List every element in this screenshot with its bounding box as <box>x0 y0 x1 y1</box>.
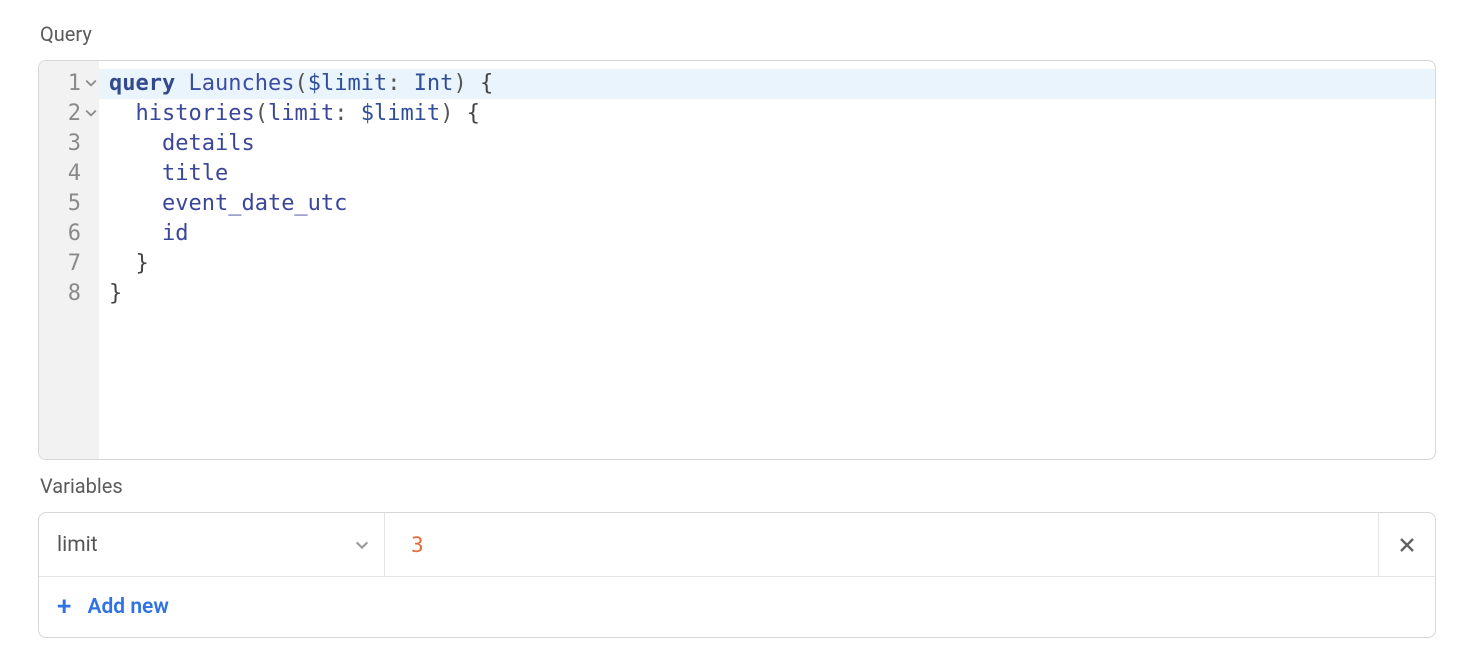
gutter-line: 5 <box>39 189 99 219</box>
code-line[interactable]: details <box>99 129 1435 159</box>
editor-gutter: 12345678 <box>39 61 99 459</box>
gutter-line: 4 <box>39 159 99 189</box>
code-line[interactable]: id <box>99 219 1435 249</box>
variable-key-text: limit <box>57 533 98 557</box>
variable-delete-button[interactable] <box>1379 513 1435 576</box>
plus-icon: + <box>57 594 71 620</box>
code-line[interactable]: event_date_utc <box>99 189 1435 219</box>
code-line[interactable]: histories(limit: $limit) { <box>99 99 1435 129</box>
gutter-line: 2 <box>39 99 99 129</box>
editor-code-area[interactable]: query Launches($limit: Int) { histories(… <box>99 61 1435 459</box>
add-variable-label: Add new <box>87 595 168 619</box>
variable-row: limit <box>39 513 1435 577</box>
code-line[interactable]: } <box>99 279 1435 309</box>
gutter-line: 7 <box>39 249 99 279</box>
variable-key-dropdown[interactable]: limit <box>39 513 385 576</box>
variable-value-cell <box>385 513 1379 576</box>
fold-toggle-icon[interactable] <box>85 107 97 119</box>
add-variable-button[interactable]: + Add new <box>39 577 1435 637</box>
query-editor[interactable]: 12345678 query Launches($limit: Int) { h… <box>38 60 1436 460</box>
fold-toggle-icon[interactable] <box>85 77 97 89</box>
query-section-label: Query <box>40 22 1436 46</box>
gutter-line: 3 <box>39 129 99 159</box>
gutter-line: 8 <box>39 279 99 309</box>
close-icon <box>1398 536 1416 554</box>
variables-box: limit + Add new <box>38 512 1436 638</box>
variables-section-label: Variables <box>40 474 1436 498</box>
code-line[interactable]: } <box>99 249 1435 279</box>
code-line[interactable]: query Launches($limit: Int) { <box>99 69 1435 99</box>
query-editor-panel: Query 12345678 query Launches($limit: In… <box>0 0 1474 658</box>
variable-value-input[interactable] <box>411 533 1378 557</box>
chevron-down-icon <box>354 537 370 553</box>
code-line[interactable]: title <box>99 159 1435 189</box>
gutter-line: 1 <box>39 69 99 99</box>
gutter-line: 6 <box>39 219 99 249</box>
